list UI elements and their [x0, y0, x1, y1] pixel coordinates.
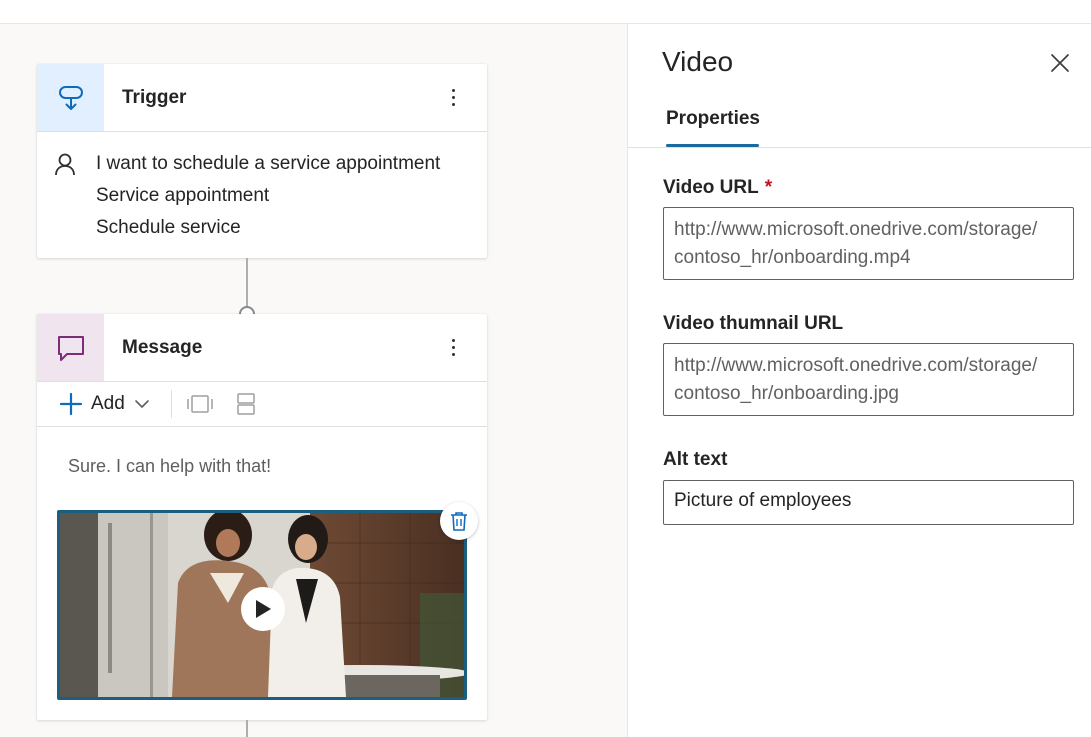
alt-text-field[interactable]: Picture of employees: [663, 480, 1074, 525]
person-icon: [53, 152, 77, 181]
play-button[interactable]: [241, 587, 285, 631]
plus-icon: [59, 392, 83, 416]
add-button[interactable]: Add: [59, 392, 151, 416]
message-icon: [37, 314, 104, 381]
video-thumbnail[interactable]: [57, 510, 467, 700]
trigger-phrase: I want to schedule a service appointment: [96, 153, 441, 174]
chevron-down-icon: [135, 400, 149, 408]
alt-text-label: Alt text: [663, 449, 728, 470]
video-url-value-line: contoso_hr/onboarding.mp4: [674, 247, 911, 268]
add-button-label: Add: [91, 393, 125, 414]
video-url-label-text: Video URL: [663, 177, 759, 198]
trigger-node-header: Trigger: [37, 64, 487, 132]
trigger-icon: [37, 64, 104, 131]
video-url-value-line: http://www.microsoft.onedrive.com/storag…: [674, 219, 1038, 240]
carousel-layout-icon[interactable]: [186, 394, 214, 414]
message-text[interactable]: Sure. I can help with that!: [37, 427, 487, 477]
message-toolbar: Add: [37, 382, 487, 427]
thumbnail-url-value-line: contoso_hr/onboarding.jpg: [674, 383, 900, 404]
thumbnail-url-field[interactable]: http://www.microsoft.onedrive.com/storag…: [663, 343, 1074, 416]
panel-title: Video: [662, 46, 734, 77]
trigger-title: Trigger: [122, 86, 187, 108]
message-node-header: Message: [37, 314, 487, 382]
close-icon[interactable]: [1049, 52, 1071, 79]
trash-icon: [451, 512, 467, 531]
message-more-options-icon[interactable]: [443, 333, 463, 363]
node-connector: [246, 258, 248, 308]
video-properties-panel: Video Properties Video URL * http://www.m…: [627, 24, 1091, 737]
trigger-phrases: I want to schedule a service appointment…: [37, 132, 487, 244]
delete-video-button[interactable]: [440, 502, 478, 540]
message-node[interactable]: Message Add Sure. I can help with that!: [37, 314, 487, 720]
message-title: Message: [122, 336, 203, 358]
trigger-phrase: Service appointment: [96, 185, 270, 206]
video-url-label: Video URL *: [663, 177, 772, 199]
play-icon: [256, 600, 271, 618]
video-url-field[interactable]: http://www.microsoft.onedrive.com/storag…: [663, 207, 1074, 280]
authoring-canvas: Trigger I want to schedule a service app…: [0, 24, 627, 737]
trigger-more-options-icon[interactable]: [443, 83, 463, 113]
toolbar-divider: [170, 390, 172, 418]
node-connector: [246, 720, 248, 737]
tab-divider: [628, 147, 1091, 148]
thumbnail-url-label: Video thumnail URL: [663, 313, 844, 334]
required-marker: *: [764, 177, 773, 198]
top-bar: [0, 0, 1091, 24]
tab-properties[interactable]: Properties: [666, 108, 760, 130]
trigger-phrase: Schedule service: [96, 217, 241, 238]
list-layout-icon[interactable]: [236, 392, 256, 416]
trigger-node[interactable]: Trigger I want to schedule a service app…: [37, 64, 487, 258]
thumbnail-url-value-line: http://www.microsoft.onedrive.com/storag…: [674, 355, 1038, 376]
